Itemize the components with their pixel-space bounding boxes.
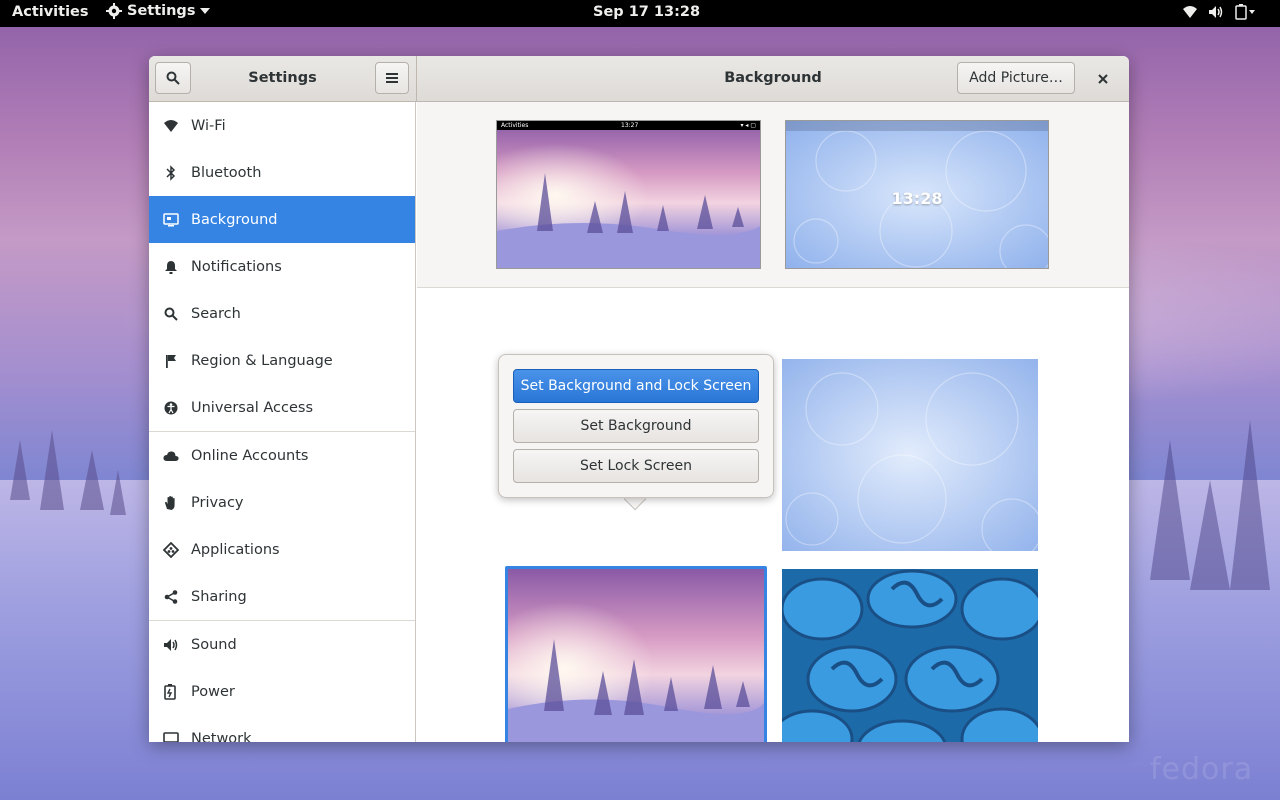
mini-status-icons: ▾ ◂ ▢: [740, 122, 756, 129]
preview-area: Activities 13:27 ▾ ◂ ▢ 13:28: [417, 102, 1129, 288]
background-icon: [163, 212, 179, 228]
desktop-watermark: fedora: [1150, 752, 1254, 787]
winter-sunset-image: [497, 121, 760, 268]
close-button[interactable]: [1093, 69, 1113, 89]
close-icon: [1098, 74, 1108, 84]
sidebar-item-label: Search: [191, 305, 241, 322]
clock[interactable]: Sep 17 13:28: [593, 4, 700, 20]
top-bar: Activities Settings Sep 17 13:28: [0, 0, 1280, 27]
speaker-icon: [163, 637, 179, 653]
sidebar-item-search[interactable]: Search: [149, 290, 415, 337]
app-menu[interactable]: Settings: [106, 3, 211, 19]
sidebar-item-label: Sound: [191, 636, 237, 653]
lock-screen-time: 13:28: [891, 189, 943, 208]
sidebar-item-applications[interactable]: Applications: [149, 526, 415, 573]
volume-icon: [1209, 6, 1223, 18]
accessibility-icon: [163, 400, 179, 416]
set-background-and-lock-button[interactable]: Set Background and Lock Screen: [513, 369, 759, 403]
sidebar-item-background[interactable]: Background: [149, 196, 415, 243]
network-icon: [163, 731, 179, 742]
desktop-trees-right: [1150, 420, 1270, 590]
wallpaper-thumb-frosted[interactable]: [782, 359, 1038, 551]
mini-clock: 13:27: [621, 122, 639, 129]
share-icon: [163, 589, 179, 605]
mini-top-bar: Activities 13:27 ▾ ◂ ▢: [497, 121, 760, 130]
desktop-background-preview[interactable]: Activities 13:27 ▾ ◂ ▢: [496, 120, 761, 269]
wallpaper-thumb-winter-sunset[interactable]: [508, 569, 764, 742]
lock-screen-preview[interactable]: 13:28: [785, 120, 1049, 269]
sidebar-item-label: Sharing: [191, 588, 247, 605]
mini-activities: Activities: [501, 122, 529, 129]
hand-icon: [163, 495, 179, 511]
set-lock-screen-button[interactable]: Set Lock Screen: [513, 449, 759, 483]
sidebar-item-universal-access[interactable]: Universal Access: [149, 384, 415, 431]
desktop-trees-left: [10, 430, 126, 515]
flag-icon: [163, 353, 179, 369]
activities-button[interactable]: Activities: [12, 4, 89, 20]
wallpaper-thumb-blue-coins[interactable]: [782, 569, 1038, 742]
sidebar-item-wifi[interactable]: Wi-Fi: [149, 102, 415, 149]
menu-button[interactable]: [375, 62, 409, 94]
blue-coins-image: [782, 569, 1038, 742]
frosted-pattern-image: [782, 359, 1038, 551]
sidebar-item-notifications[interactable]: Notifications: [149, 243, 415, 290]
sidebar-item-label: Region & Language: [191, 352, 333, 369]
bluetooth-icon: [163, 164, 179, 181]
sidebar-item-label: Applications: [191, 541, 280, 558]
sidebar-item-label: Bluetooth: [191, 164, 262, 181]
status-area[interactable]: [1182, 4, 1256, 20]
app-menu-label: Settings: [127, 3, 196, 19]
wifi-icon: [163, 118, 179, 134]
sidebar: Wi-Fi Bluetooth Background Notifications…: [149, 102, 416, 742]
winter-sunset-image: [508, 569, 764, 742]
sidebar-item-label: Power: [191, 683, 235, 700]
applications-icon: [163, 541, 179, 558]
add-picture-button[interactable]: Add Picture…: [957, 62, 1075, 94]
battery-icon: [1235, 4, 1255, 20]
sidebar-item-privacy[interactable]: Privacy: [149, 479, 415, 526]
bell-icon: [163, 259, 179, 275]
sidebar-item-power[interactable]: Power: [149, 668, 415, 715]
sidebar-item-bluetooth[interactable]: Bluetooth: [149, 149, 415, 196]
set-background-popover: Set Background and Lock Screen Set Backg…: [498, 354, 774, 498]
gear-icon: [106, 3, 122, 19]
header-bar: Settings Background Add Picture…: [149, 56, 1129, 102]
sidebar-item-sound[interactable]: Sound: [149, 621, 415, 668]
sidebar-item-network[interactable]: Network: [149, 715, 415, 742]
wifi-icon: [1183, 6, 1197, 18]
set-background-button[interactable]: Set Background: [513, 409, 759, 443]
sidebar-item-label: Background: [191, 211, 278, 228]
power-icon: [163, 683, 179, 700]
search-icon: [163, 306, 179, 322]
sidebar-item-online-accounts[interactable]: Online Accounts: [149, 432, 415, 479]
hamburger-icon: [386, 73, 398, 83]
chevron-down-icon: [200, 8, 211, 14]
sidebar-item-label: Privacy: [191, 494, 244, 511]
sidebar-item-sharing[interactable]: Sharing: [149, 573, 415, 620]
sidebar-item-label: Online Accounts: [191, 447, 309, 464]
cloud-icon: [163, 448, 179, 464]
sidebar-item-label: Universal Access: [191, 399, 314, 416]
sidebar-item-region-language[interactable]: Region & Language: [149, 337, 415, 384]
sidebar-item-label: Wi-Fi: [191, 117, 226, 134]
sidebar-item-label: Notifications: [191, 258, 282, 275]
sidebar-item-label: Network: [191, 730, 252, 743]
